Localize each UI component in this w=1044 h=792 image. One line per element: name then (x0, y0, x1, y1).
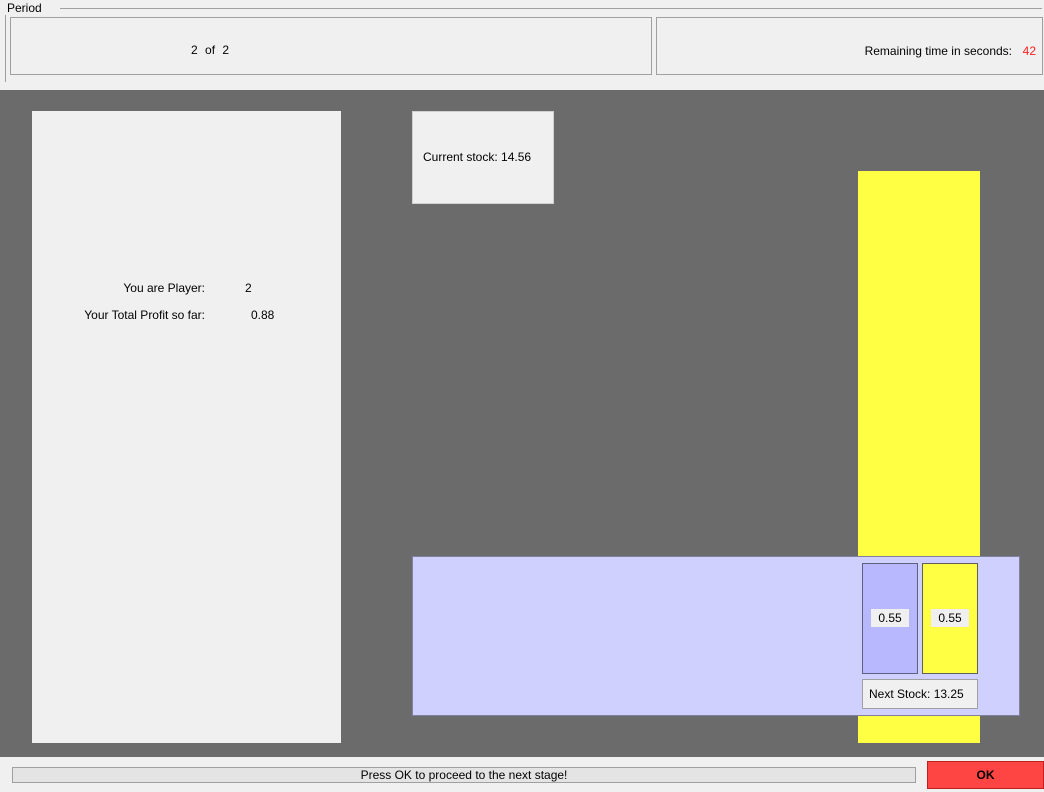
period-indicator: 2 of 2 (191, 43, 229, 57)
own-extraction-value: 0.55 (871, 609, 909, 627)
current-stock-readout: Current stock: 14.56 (423, 150, 531, 164)
extraction-panel: 0.55 0.55 Next Stock: 13.25 (412, 556, 1020, 716)
header-bar: Period 2 of 2 Remaining time in seconds:… (0, 0, 1044, 90)
remaining-time-value: 42 (1022, 44, 1036, 58)
other-extraction-box: 0.55 (922, 563, 978, 674)
player-value: 2 (245, 281, 252, 295)
total-profit-value: 0.88 (251, 308, 275, 322)
footer-bar: Press OK to proceed to the next stage! O… (0, 757, 1044, 792)
period-frame-line (60, 8, 1042, 9)
period-current: 2 (191, 43, 198, 57)
own-extraction-box: 0.55 (862, 563, 918, 674)
next-stock-box: Next Stock: 13.25 (862, 679, 978, 709)
status-message: Press OK to proceed to the next stage! (12, 767, 916, 783)
other-extraction-value: 0.55 (931, 609, 969, 627)
current-stock-label: Current stock: (423, 150, 498, 164)
period-label: Period (5, 1, 44, 15)
ok-button[interactable]: OK (927, 761, 1044, 789)
period-of: of (205, 43, 216, 57)
total-profit-label: Your Total Profit so far: (84, 308, 205, 322)
remaining-time-box: Remaining time in seconds: 42 (656, 17, 1043, 75)
period-box: 2 of 2 (10, 17, 652, 75)
current-stock-value: 14.56 (501, 150, 532, 164)
next-stock-label: Next Stock: (869, 687, 931, 701)
period-total: 2 (222, 43, 230, 57)
next-stock-value: 13.25 (933, 687, 964, 701)
player-info-panel: You are Player: 2 Your Total Profit so f… (32, 111, 341, 743)
player-label: You are Player: (123, 281, 205, 295)
period-frame-line (5, 8, 6, 82)
current-stock-box: Current stock: 14.56 (412, 111, 554, 204)
experiment-window: Period 2 of 2 Remaining time in seconds:… (0, 0, 1044, 792)
remaining-time-label: Remaining time in seconds: (864, 44, 1012, 58)
